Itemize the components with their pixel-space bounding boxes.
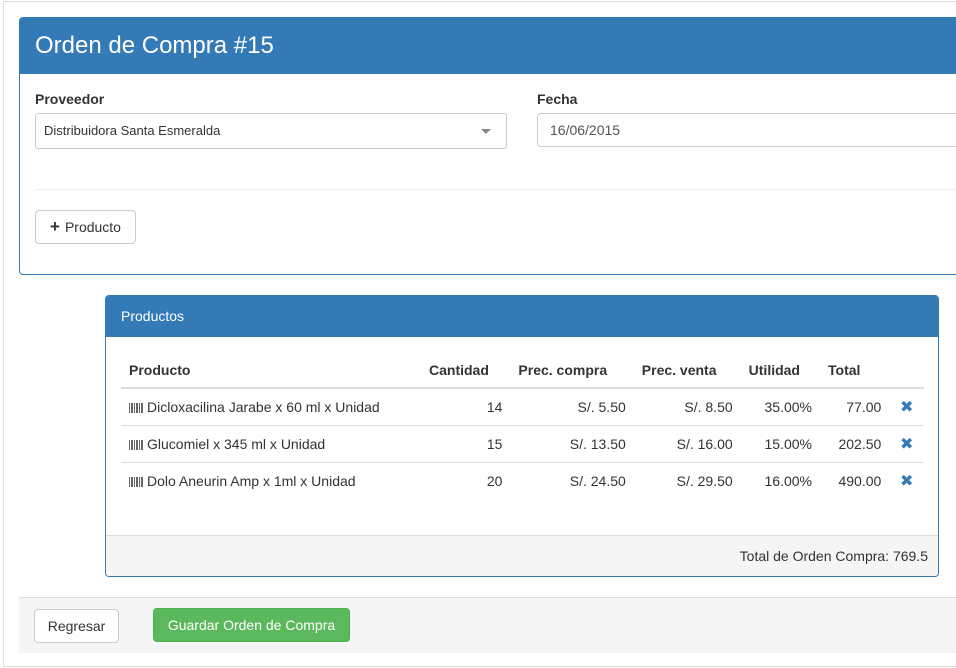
product-name: Dicloxacilina Jarabe x 60 ml x Unidad [147, 398, 380, 415]
column-header-prec-venta: Prec. venta [633, 352, 741, 389]
products-panel: Productos Producto Cantidad Prec. compra… [105, 295, 939, 577]
plus-icon: + [50, 217, 60, 236]
fecha-input[interactable]: 16/06/2015 [537, 113, 956, 147]
cell-utilidad: 15.00% [740, 424, 820, 462]
table-header-row: Producto Cantidad Prec. compra Prec. ven… [121, 352, 924, 389]
table-row: Dicloxacilina Jarabe x 60 ml x Unidad 14… [121, 388, 924, 425]
order-panel-heading: Orden de Compra #15 [20, 18, 956, 74]
back-button[interactable]: Regresar [34, 609, 119, 643]
column-header-utilidad: Utilidad [740, 352, 820, 389]
column-header-producto: Producto [121, 352, 421, 389]
barcode-icon [129, 476, 143, 487]
cell-total: 202.50 [820, 424, 890, 462]
cell-prec-venta: S/. 16.00 [633, 424, 741, 462]
delete-icon[interactable]: ✖ [889, 388, 924, 425]
proveedor-selected-value: Distribuidora Santa Esmeralda [44, 123, 221, 138]
product-name: Glucomiel x 345 ml x Unidad [147, 435, 326, 452]
cell-prec-compra: S/. 5.50 [577, 398, 626, 415]
order-panel: Orden de Compra #15 Proveedor Distribuid… [19, 17, 956, 275]
column-header-actions [889, 352, 924, 389]
products-panel-title: Productos [106, 296, 938, 337]
cell-total: 490.00 [820, 461, 890, 499]
delete-icon[interactable]: ✖ [889, 424, 924, 462]
add-product-button[interactable]: + Producto [35, 210, 136, 244]
cell-prec-venta: S/. 8.50 [684, 398, 733, 415]
save-order-button[interactable]: Guardar Orden de Compra [153, 608, 350, 642]
column-header-cantidad: Cantidad [421, 352, 511, 389]
proveedor-label: Proveedor [35, 91, 105, 107]
cell-utilidad: 35.00% [764, 398, 812, 415]
cell-producto: Dolo Aneurin Amp x 1ml x Unidad [121, 461, 421, 499]
barcode-icon [129, 402, 143, 413]
cell-cantidad: 14 [486, 398, 503, 415]
cell-total: 77.00 [846, 398, 882, 415]
cell-cantidad: 20 [421, 461, 511, 499]
cell-producto: Dicloxacilina Jarabe x 60 ml x Unidad [121, 388, 421, 425]
products-table: Producto Cantidad Prec. compra Prec. ven… [121, 352, 924, 499]
cell-cantidad: 15 [421, 424, 511, 462]
chevron-down-icon [481, 129, 491, 134]
add-product-label: Producto [64, 219, 121, 235]
fecha-label: Fecha [537, 91, 578, 107]
cell-utilidad: 16.00% [740, 461, 820, 499]
cell-prec-compra: S/. 13.50 [510, 424, 634, 462]
cell-prec-compra: S/. 24.50 [510, 461, 634, 499]
order-total: Total de Orden Compra: 769.5 [106, 535, 938, 576]
proveedor-select[interactable]: Distribuidora Santa Esmeralda [35, 113, 507, 149]
table-row: Dolo Aneurin Amp x 1ml x Unidad 20 S/. 2… [121, 461, 924, 499]
product-name: Dolo Aneurin Amp x 1ml x Unidad [147, 472, 356, 489]
cell-prec-venta: S/. 29.50 [633, 461, 741, 499]
actions-bar: Regresar Guardar Orden de Compra [19, 597, 956, 653]
barcode-icon [129, 439, 143, 450]
divider [35, 189, 956, 190]
table-row: Glucomiel x 345 ml x Unidad 15 S/. 13.50… [121, 424, 924, 462]
column-header-total: Total [820, 352, 890, 389]
delete-icon[interactable]: ✖ [889, 461, 924, 499]
page-title: Orden de Compra #15 [35, 32, 274, 59]
column-header-prec-compra: Prec. compra [510, 352, 634, 389]
cell-producto: Glucomiel x 345 ml x Unidad [121, 424, 421, 462]
